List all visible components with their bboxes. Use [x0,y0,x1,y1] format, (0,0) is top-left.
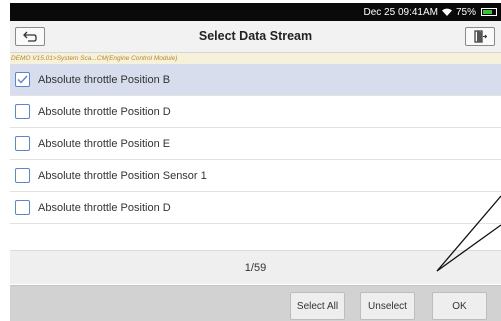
checkbox[interactable] [15,104,30,119]
list-item[interactable]: Absolute throttle Position D [10,192,501,224]
list-item[interactable]: Absolute throttle Position Sensor 1 [10,160,501,192]
checkbox[interactable] [15,200,30,215]
page-indicator: 1/59 [10,250,501,284]
exit-button[interactable] [465,27,495,46]
data-stream-list: Absolute throttle Position B Absolute th… [10,64,501,224]
checkbox[interactable] [15,72,30,87]
list-item-label: Absolute throttle Position D [38,105,171,118]
list-item-label: Absolute throttle Position B [38,73,171,86]
battery-icon [481,8,497,16]
wifi-icon [441,8,452,16]
list-item-label: Absolute throttle Position E [38,137,171,150]
battery-percent: 75% [455,6,476,18]
unselect-button[interactable]: Unselect [360,292,415,320]
exit-icon [473,30,487,43]
list-item[interactable]: Absolute throttle Position D [10,96,501,128]
battery-level [483,10,492,14]
list-item-label: Absolute throttle Position D [38,201,171,214]
list-item-label: Absolute throttle Position Sensor 1 [38,169,207,182]
footer-toolbar: Select All Unselect OK [10,285,501,321]
checkmark-icon [17,75,28,84]
breadcrumb: DEMO V15.01>System Sca...CM(Engine Contr… [10,53,501,64]
ok-button[interactable]: OK [432,292,487,320]
list-item[interactable]: Absolute throttle Position E [10,128,501,160]
checkbox[interactable] [15,136,30,151]
screen: Dec 25 09:41AM 75% Select Data Stream DE… [0,0,501,321]
title-bar: Select Data Stream [10,21,501,53]
list-item[interactable]: Absolute throttle Position B [10,64,501,96]
select-all-button[interactable]: Select All [290,292,345,320]
status-bar: Dec 25 09:41AM 75% [10,3,501,21]
checkbox[interactable] [15,168,30,183]
status-right: Dec 25 09:41AM 75% [363,5,497,19]
status-datetime: Dec 25 09:41AM [363,6,438,18]
page-title: Select Data Stream [198,29,313,43]
